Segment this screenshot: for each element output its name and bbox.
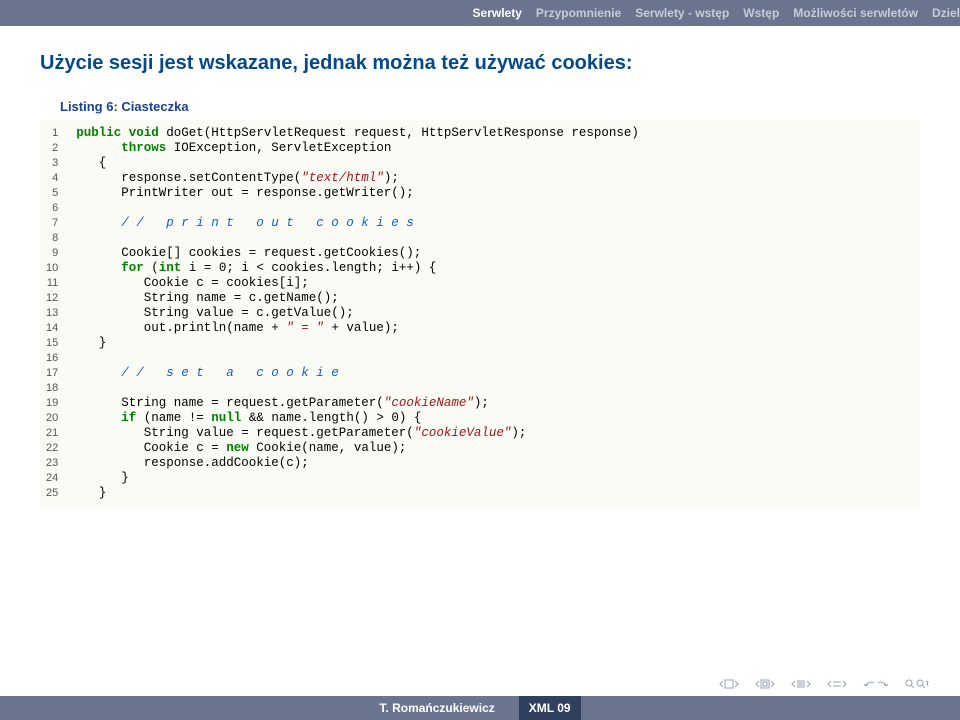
code-line: [76, 381, 639, 396]
line-number: 4: [46, 171, 76, 186]
beamer-nav-icons: [718, 678, 932, 690]
line-number: 6: [46, 201, 76, 216]
code-line: Cookie[] cookies = request.getCookies();: [76, 246, 639, 261]
code-line: String value = c.getValue();: [76, 306, 639, 321]
code-line: public void doGet(HttpServletRequest req…: [76, 126, 639, 141]
code-line: [76, 231, 639, 246]
nav-item-1[interactable]: Serwlety - wstęp: [635, 6, 729, 20]
code-line: String name = request.getParameter("cook…: [76, 396, 639, 411]
code-line: for (int i = 0; i < cookies.length; i++)…: [76, 261, 639, 276]
nav-prev-slide-icon[interactable]: [718, 678, 740, 690]
line-number: 8: [46, 231, 76, 246]
line-number: 10: [46, 261, 76, 276]
line-number: 16: [46, 351, 76, 366]
nav-prev-subsection-icon[interactable]: [790, 678, 812, 690]
code-line: / / s e t a c o o k i e: [76, 366, 639, 381]
code-line: throws IOException, ServletException: [76, 141, 639, 156]
code-listing: 1public void doGet(HttpServletRequest re…: [40, 120, 920, 509]
line-number: 2: [46, 141, 76, 156]
header-nav: Serwlety Przypomnienie Serwlety - wstęp …: [0, 0, 960, 26]
line-number: 1: [46, 126, 76, 141]
footer-author: T. Romańczukiewicz: [379, 701, 494, 715]
line-number: 18: [46, 381, 76, 396]
code-line: }: [76, 471, 639, 486]
line-number: 12: [46, 291, 76, 306]
nav-prev-section-icon[interactable]: [754, 678, 776, 690]
nav-item-4[interactable]: Dziel: [932, 6, 960, 20]
code-line: PrintWriter out = response.getWriter();: [76, 186, 639, 201]
code-line: }: [76, 336, 639, 351]
code-line: }: [76, 486, 639, 501]
line-number: 9: [46, 246, 76, 261]
line-number: 22: [46, 441, 76, 456]
line-number: 19: [46, 396, 76, 411]
listing-caption: Listing 6: Ciasteczka: [60, 99, 920, 114]
line-number: 13: [46, 306, 76, 321]
nav-prev-frame-icon[interactable]: [826, 678, 848, 690]
code-line: [76, 351, 639, 366]
line-number: 15: [46, 336, 76, 351]
code-line: if (name != null && name.length() > 0) {: [76, 411, 639, 426]
nav-item-3[interactable]: Możliwości serwletów: [793, 6, 918, 20]
code-line: out.println(name + " = " + value);: [76, 321, 639, 336]
code-line: / / p r i n t o u t c o o k i e s: [76, 216, 639, 231]
line-number: 5: [46, 186, 76, 201]
code-line: Cookie c = new Cookie(name, value);: [76, 441, 639, 456]
nav-current[interactable]: Serwlety: [473, 6, 522, 20]
slide-content: Użycie sesji jest wskazane, jednak można…: [0, 26, 960, 509]
nav-search-zoom-icon[interactable]: [904, 678, 932, 690]
line-number: 20: [46, 411, 76, 426]
code-line: {: [76, 156, 639, 171]
code-line: response.addCookie(c);: [76, 456, 639, 471]
line-number: 23: [46, 456, 76, 471]
line-number: 21: [46, 426, 76, 441]
line-number: 3: [46, 156, 76, 171]
line-number: 7: [46, 216, 76, 231]
line-number: 17: [46, 366, 76, 381]
code-line: Cookie c = cookies[i];: [76, 276, 639, 291]
line-number: 11: [46, 276, 76, 291]
code-table: 1public void doGet(HttpServletRequest re…: [46, 126, 639, 501]
line-number: 24: [46, 471, 76, 486]
nav-back-forward-icon[interactable]: [862, 678, 890, 690]
code-line: String name = c.getName();: [76, 291, 639, 306]
line-number: 25: [46, 486, 76, 501]
line-number: 14: [46, 321, 76, 336]
nav-item-0[interactable]: Przypomnienie: [536, 6, 621, 20]
code-line: response.setContentType("text/html");: [76, 171, 639, 186]
code-line: String value = request.getParameter("coo…: [76, 426, 639, 441]
footer-badge: XML 09: [519, 696, 581, 720]
nav-item-2[interactable]: Wstęp: [743, 6, 779, 20]
footer: T. Romańczukiewicz XML 09: [0, 696, 960, 720]
code-line: [76, 201, 639, 216]
slide-title: Użycie sesji jest wskazane, jednak można…: [40, 52, 920, 75]
